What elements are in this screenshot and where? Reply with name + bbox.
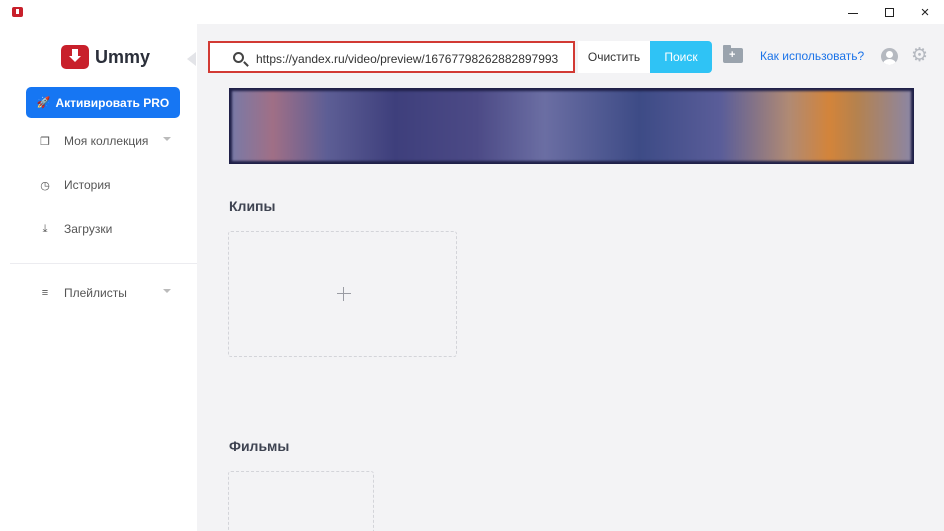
banner-image (232, 91, 911, 161)
promo-banner[interactable] (229, 88, 914, 164)
add-folder-icon[interactable]: + (723, 45, 743, 63)
gear-icon[interactable]: ⚙ (911, 46, 928, 66)
rocket-icon: 🚀 (36, 97, 51, 109)
add-clip-tile[interactable] (228, 231, 457, 357)
chevron-down-icon[interactable] (163, 289, 171, 293)
clear-button[interactable]: Очистить (578, 41, 650, 73)
sidebar-item-label: Плейлисты (64, 286, 127, 300)
playlist-icon: ≡ (41, 287, 49, 299)
how-to-use-link[interactable]: Как использовать? (760, 49, 864, 63)
search-icon (233, 52, 244, 63)
films-section-title: Фильмы (229, 438, 290, 454)
sidebar-item-downloads[interactable]: ⤓ Загрузки (38, 218, 178, 240)
sidebar-collapse-handle[interactable] (185, 52, 197, 66)
sidebar-item-collection[interactable]: ❐ Моя коллекция (38, 130, 178, 152)
maximize-button[interactable] (879, 3, 899, 21)
minimize-button[interactable] (843, 3, 863, 21)
clips-section-title: Клипы (229, 198, 276, 214)
add-film-tile[interactable] (228, 471, 374, 531)
maximize-icon (884, 7, 894, 17)
sidebar-item-playlists[interactable]: ≡ Плейлисты (38, 282, 178, 304)
sidebar-item-label: Загрузки (64, 222, 113, 236)
sidebar-divider (10, 263, 197, 264)
minimize-icon (848, 12, 858, 14)
chevron-down-icon[interactable] (163, 137, 171, 141)
plus-icon (336, 286, 352, 302)
logo-text: Ummy (95, 46, 151, 67)
activate-pro-label: Активировать PRO (55, 95, 170, 110)
url-input[interactable] (256, 50, 574, 68)
search-box[interactable] (208, 41, 575, 73)
app-icon (12, 7, 23, 17)
app-window: × Ummy 🚀 Активировать PRO ❐ Моя коллекци… (0, 0, 944, 531)
user-icon[interactable] (881, 48, 898, 65)
close-button[interactable]: × (915, 3, 935, 21)
logo: Ummy (61, 45, 150, 69)
sidebar: Ummy 🚀 Активировать PRO ❐ Моя коллекция … (0, 24, 197, 531)
download-icon: ⤓ (42, 222, 48, 235)
title-bar: × (0, 0, 944, 24)
download-logo-icon (61, 45, 89, 69)
sidebar-item-label: Моя коллекция (64, 134, 149, 148)
search-button[interactable]: Поиск (650, 41, 712, 73)
activate-pro-button[interactable]: 🚀 Активировать PRO (26, 87, 180, 118)
history-icon: ◷ (40, 179, 50, 192)
sidebar-item-history[interactable]: ◷ История (38, 174, 178, 196)
collection-icon: ❐ (40, 135, 50, 148)
main-content: Очистить Поиск + Как использовать? ⚙ Кли… (197, 24, 944, 531)
sidebar-item-label: История (64, 178, 111, 192)
